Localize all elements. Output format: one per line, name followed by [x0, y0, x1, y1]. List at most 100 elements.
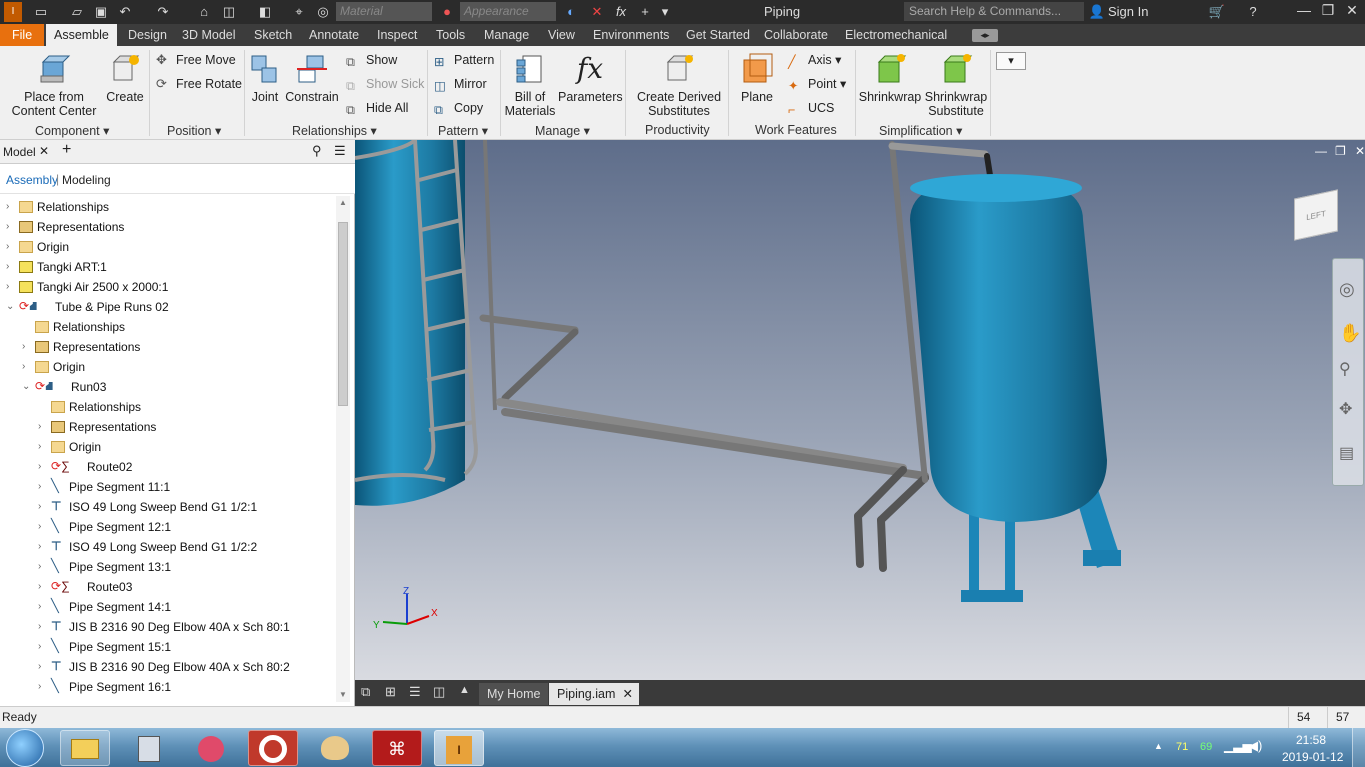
expand-chevron-icon[interactable]: ›	[38, 497, 48, 517]
tree-node[interactable]: › Origin	[0, 357, 336, 377]
ribbon-options-icon[interactable]: ◂▸	[972, 29, 998, 42]
tree-node[interactable]: ⌄ ⟳⛘ Run03	[0, 377, 336, 397]
my-home-tab[interactable]: My Home	[479, 683, 549, 705]
modeling-view-link[interactable]: Modeling	[62, 173, 111, 187]
tree-node[interactable]: › ╲ Pipe Segment 13:1	[0, 557, 336, 577]
work-features-panel-label[interactable]: Work Features	[755, 123, 837, 137]
close-model-tab-icon[interactable]: ✕	[39, 144, 49, 158]
relationships-panel-label[interactable]: Relationships ▾	[292, 123, 377, 138]
taskbar-explorer[interactable]	[60, 730, 110, 766]
model-tab[interactable]: Model	[3, 145, 36, 159]
tab-collaborate[interactable]: Collaborate	[756, 24, 836, 46]
tree-node[interactable]: Relationships	[0, 317, 336, 337]
tree-node[interactable]: ⌄ ⟳⛘ Tube & Pipe Runs 02	[0, 297, 336, 317]
update-icon[interactable]: ◧	[256, 3, 274, 21]
tab-inspect[interactable]: Inspect	[369, 24, 425, 46]
orbit-icon[interactable]: ✥	[1339, 399, 1352, 419]
tab-tools[interactable]: Tools	[428, 24, 473, 46]
redo-icon[interactable]: ↷	[154, 3, 172, 21]
expand-chevron-icon[interactable]: ›	[6, 237, 16, 257]
material-combo[interactable]: Material	[336, 2, 432, 21]
tree-node[interactable]: › Relationships	[0, 197, 336, 217]
collapse-chevron-icon[interactable]: ⌄	[6, 297, 16, 317]
help-search-input[interactable]: Search Help & Commands...	[904, 2, 1084, 21]
grid-views-icon[interactable]: ⊞	[385, 684, 396, 700]
expand-chevron-icon[interactable]: ›	[38, 417, 48, 437]
bill-of-materials-button[interactable]: Bill of Materials	[503, 52, 557, 118]
measure-icon[interactable]: ⌖	[290, 3, 308, 21]
home-icon[interactable]: ⌂	[195, 3, 213, 21]
browser-search-icon[interactable]: ⚲	[312, 143, 322, 159]
shrinkwrap-substitute-button[interactable]: Shrinkwrap Substitute	[922, 52, 990, 118]
clear-appearance-icon[interactable]: ◐	[562, 3, 580, 21]
manage-panel-label[interactable]: Manage ▾	[535, 123, 590, 138]
tree-node[interactable]: › Tangki Air 2500 x 2000:1	[0, 277, 336, 297]
viewport-minimize-icon[interactable]: —	[1315, 144, 1327, 158]
show-sick-button[interactable]: ⧉ Show Sick	[344, 75, 424, 93]
browser-scrollbar[interactable]: ▲ ▼	[336, 196, 350, 702]
tree-node[interactable]: › Tangki ART:1	[0, 257, 336, 277]
ribbon-dropdown-icon[interactable]: ▾	[996, 52, 1026, 70]
component-panel-label[interactable]: Component ▾	[35, 123, 109, 138]
tab-electromechanical[interactable]: Electromechanical	[837, 24, 955, 46]
expand-chevron-icon[interactable]: ›	[38, 597, 48, 617]
tree-node[interactable]: › Representations	[0, 337, 336, 357]
hide-all-button[interactable]: ⧉ Hide All	[344, 99, 408, 117]
scroll-up-icon[interactable]: ▲	[339, 198, 347, 207]
expand-chevron-icon[interactable]: ›	[38, 517, 48, 537]
expand-chevron-icon[interactable]: ›	[38, 637, 48, 657]
volume-icon[interactable]: ◀)	[1248, 738, 1262, 754]
sign-in-link[interactable]: Sign In	[1108, 4, 1148, 19]
minimize-button[interactable]: —	[1292, 2, 1316, 22]
expand-chevron-icon[interactable]: ›	[6, 197, 16, 217]
tree-node[interactable]: › ⊤ JIS B 2316 90 Deg Elbow 40A x Sch 80:2	[0, 657, 336, 677]
position-panel-label[interactable]: Position ▾	[167, 123, 221, 138]
fx-icon[interactable]: fx	[612, 3, 630, 21]
select-icon[interactable]: ◫	[220, 3, 238, 21]
piping-iam-tab[interactable]: Piping.iam ✕	[549, 683, 639, 705]
tab-assemble[interactable]: Assemble	[46, 24, 117, 46]
help-icon[interactable]: ?	[1244, 3, 1262, 21]
expand-chevron-icon[interactable]: ›	[22, 357, 32, 377]
scroll-down-icon[interactable]: ▼	[339, 690, 347, 699]
show-button[interactable]: ⧉ Show	[344, 51, 397, 69]
tree-node[interactable]: › ╲ Pipe Segment 15:1	[0, 637, 336, 657]
expand-chevron-icon[interactable]: ›	[38, 677, 48, 697]
viewport-restore-icon[interactable]: ❐	[1335, 144, 1346, 158]
viewcube-face[interactable]: LEFT	[1294, 189, 1338, 241]
cart-icon[interactable]: 🛒	[1208, 3, 1226, 21]
tile-views-icon[interactable]: ⧉	[361, 684, 370, 700]
taskbar-inventor[interactable]: I	[434, 730, 484, 766]
look-at-icon[interactable]: ▤	[1339, 443, 1354, 463]
restore-button[interactable]: ❐	[1316, 2, 1340, 22]
add-browser-tab-icon[interactable]: +	[62, 141, 71, 159]
close-doc-tab-icon[interactable]: ✕	[623, 683, 633, 705]
tree-node[interactable]: › Representations	[0, 217, 336, 237]
joint-button[interactable]: Joint	[246, 52, 284, 104]
browser-menu-icon[interactable]: ☰	[334, 143, 346, 159]
tab-sketch[interactable]: Sketch	[246, 24, 300, 46]
free-rotate-button[interactable]: ⟳ Free Rotate	[154, 75, 242, 93]
taskbar-paint[interactable]	[310, 730, 360, 766]
globe-icon[interactable]: ◎	[314, 3, 332, 21]
create-component-button[interactable]: Create	[104, 52, 146, 104]
expand-chevron-icon[interactable]: ›	[38, 537, 48, 557]
tree-node[interactable]: › ⊤ ISO 49 Long Sweep Bend G1 1/2:2	[0, 537, 336, 557]
place-from-content-center-button[interactable]: Place from Content Center	[8, 52, 100, 118]
expand-chevron-icon[interactable]: ›	[38, 457, 48, 477]
clock-time[interactable]: 21:58	[1296, 733, 1326, 747]
tree-node[interactable]: › ╲ Pipe Segment 12:1	[0, 517, 336, 537]
zoom-icon[interactable]: ⚲	[1339, 359, 1351, 379]
tree-node[interactable]: Relationships	[0, 397, 336, 417]
vertical-views-icon[interactable]: ◫	[433, 684, 445, 700]
point-button[interactable]: ✦ Point ▾	[786, 75, 846, 93]
pattern-button[interactable]: ⊞ Pattern	[432, 51, 494, 69]
tree-node[interactable]: › ⊤ ISO 49 Long Sweep Bend G1 1/2:1	[0, 497, 336, 517]
viewcube[interactable]: LEFT	[1290, 188, 1344, 241]
expand-chevron-icon[interactable]: ›	[38, 477, 48, 497]
tree-node[interactable]: › Origin	[0, 237, 336, 257]
pan-icon[interactable]: ✋	[1339, 323, 1361, 344]
collapse-chevron-icon[interactable]: ⌄	[22, 377, 32, 397]
tree-node[interactable]: › ╲ Pipe Segment 14:1	[0, 597, 336, 617]
add-icon[interactable]: +	[636, 3, 654, 21]
